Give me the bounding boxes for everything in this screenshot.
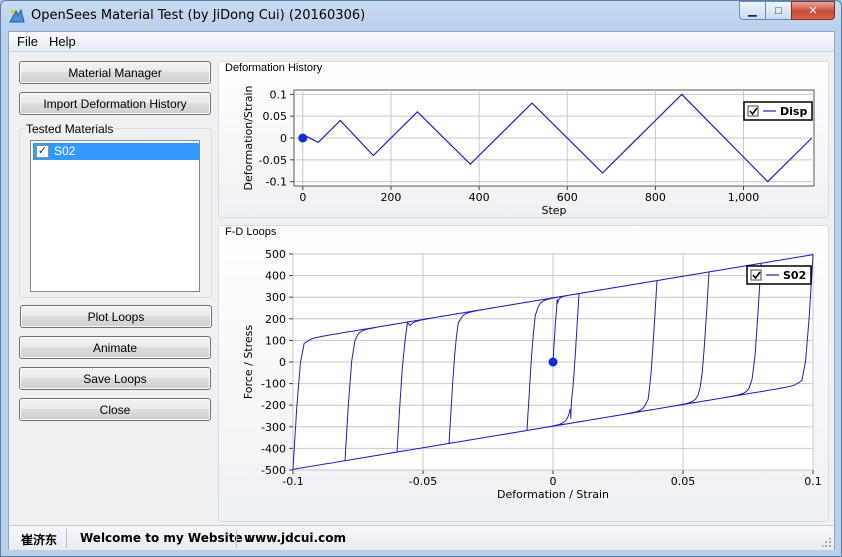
import-deformation-history-button[interactable]: Import Deformation History [19, 92, 211, 115]
legend-label: S02 [783, 269, 806, 282]
y-tick-label: 500 [265, 248, 286, 261]
deformation-history-title: Deformation History [225, 62, 323, 74]
x-tick-label: 0 [299, 191, 306, 204]
main-window: OpenSees Material Test (by JiDong Cui) (… [0, 0, 842, 557]
tested-materials-label: Tested Materials [25, 122, 115, 136]
x-tick-label: 0.1 [804, 475, 822, 488]
x-tick-label: 400 [469, 191, 490, 204]
client-area: File Help Material Manager Import Deform… [8, 31, 835, 550]
minimize-button[interactable]: ▁ [739, 1, 765, 20]
current-point-marker [548, 357, 558, 367]
y-tick-label: -500 [261, 464, 286, 477]
y-tick-label: -0.1 [266, 176, 287, 189]
menu-bar: File Help [9, 32, 834, 52]
y-axis-label: Force / Stress [242, 325, 255, 400]
x-tick-label: 200 [380, 191, 401, 204]
status-divider [236, 529, 237, 548]
menu-help[interactable]: Help [46, 34, 79, 49]
list-item[interactable]: ✓ S02 [33, 143, 199, 160]
menu-file[interactable]: File [14, 34, 41, 49]
status-author: 崔济东 [21, 533, 58, 547]
maximize-button[interactable]: □ [765, 1, 791, 20]
y-tick-label: 0 [280, 132, 287, 145]
deformation-history-chart[interactable]: 0 200 400 600 800 1,000 0.1 0.05 0 -0.05 -0.1 Step D… [218, 76, 829, 218]
y-tick-label: -0.05 [259, 154, 287, 167]
y-tick-label: 0.1 [270, 88, 288, 101]
tested-materials-list[interactable]: ✓ S02 [30, 140, 200, 292]
x-tick-label: -0.05 [409, 475, 437, 488]
caption-buttons: ▁ □ ✕ [739, 1, 835, 21]
window-title: OpenSees Material Test (by JiDong Cui) (… [31, 8, 366, 23]
x-axis-label: Step [541, 204, 566, 217]
material-manager-button[interactable]: Material Manager [19, 61, 211, 84]
close-window-button[interactable]: ✕ [791, 1, 835, 20]
plot-loops-button[interactable]: Plot Loops [20, 305, 212, 328]
x-tick-label: 1,000 [728, 191, 760, 204]
x-axis-label: Deformation / Strain [497, 488, 609, 501]
y-tick-label: 0.05 [263, 110, 288, 123]
current-point-marker [298, 133, 308, 143]
close-button[interactable]: Close [19, 398, 211, 421]
status-bar: 崔济东 Welcome to my Website : www.jdcui.co… [9, 525, 834, 550]
title-bar[interactable]: OpenSees Material Test (by JiDong Cui) (… [1, 1, 841, 31]
app-logo-icon [9, 8, 25, 23]
status-divider [66, 529, 67, 548]
y-tick-label: -400 [261, 442, 286, 455]
status-website-link[interactable]: www.jdcui.com [244, 531, 346, 545]
y-tick-label: 400 [265, 270, 286, 283]
y-tick-label: 100 [265, 334, 286, 347]
fd-loops-title: F-D Loops [225, 226, 277, 238]
y-tick-label: 300 [265, 291, 286, 304]
status-welcome: Welcome to my Website : [80, 531, 252, 545]
x-tick-label: 800 [645, 191, 666, 204]
y-tick-label: 200 [265, 313, 286, 326]
y-tick-label: -100 [261, 378, 286, 391]
y-axis-label: Deformation/Strain [242, 85, 255, 190]
x-tick-label: 0.05 [671, 475, 696, 488]
y-tick-label: -300 [261, 421, 286, 434]
save-loops-button[interactable]: Save Loops [19, 367, 211, 390]
legend-label: Disp [780, 105, 807, 118]
y-tick-label: 0 [279, 356, 286, 369]
y-tick-label: -200 [261, 399, 286, 412]
animate-button[interactable]: Animate [19, 336, 211, 359]
material-checkbox[interactable]: ✓ [36, 145, 49, 158]
x-tick-label: 600 [557, 191, 578, 204]
resize-grip-icon[interactable] [822, 538, 832, 548]
x-tick-label: 0 [550, 475, 557, 488]
fd-loops-chart[interactable]: -0.1 -0.05 0 0.05 0.15004003002001000-100-20… [218, 240, 829, 522]
material-name: S02 [54, 144, 76, 158]
